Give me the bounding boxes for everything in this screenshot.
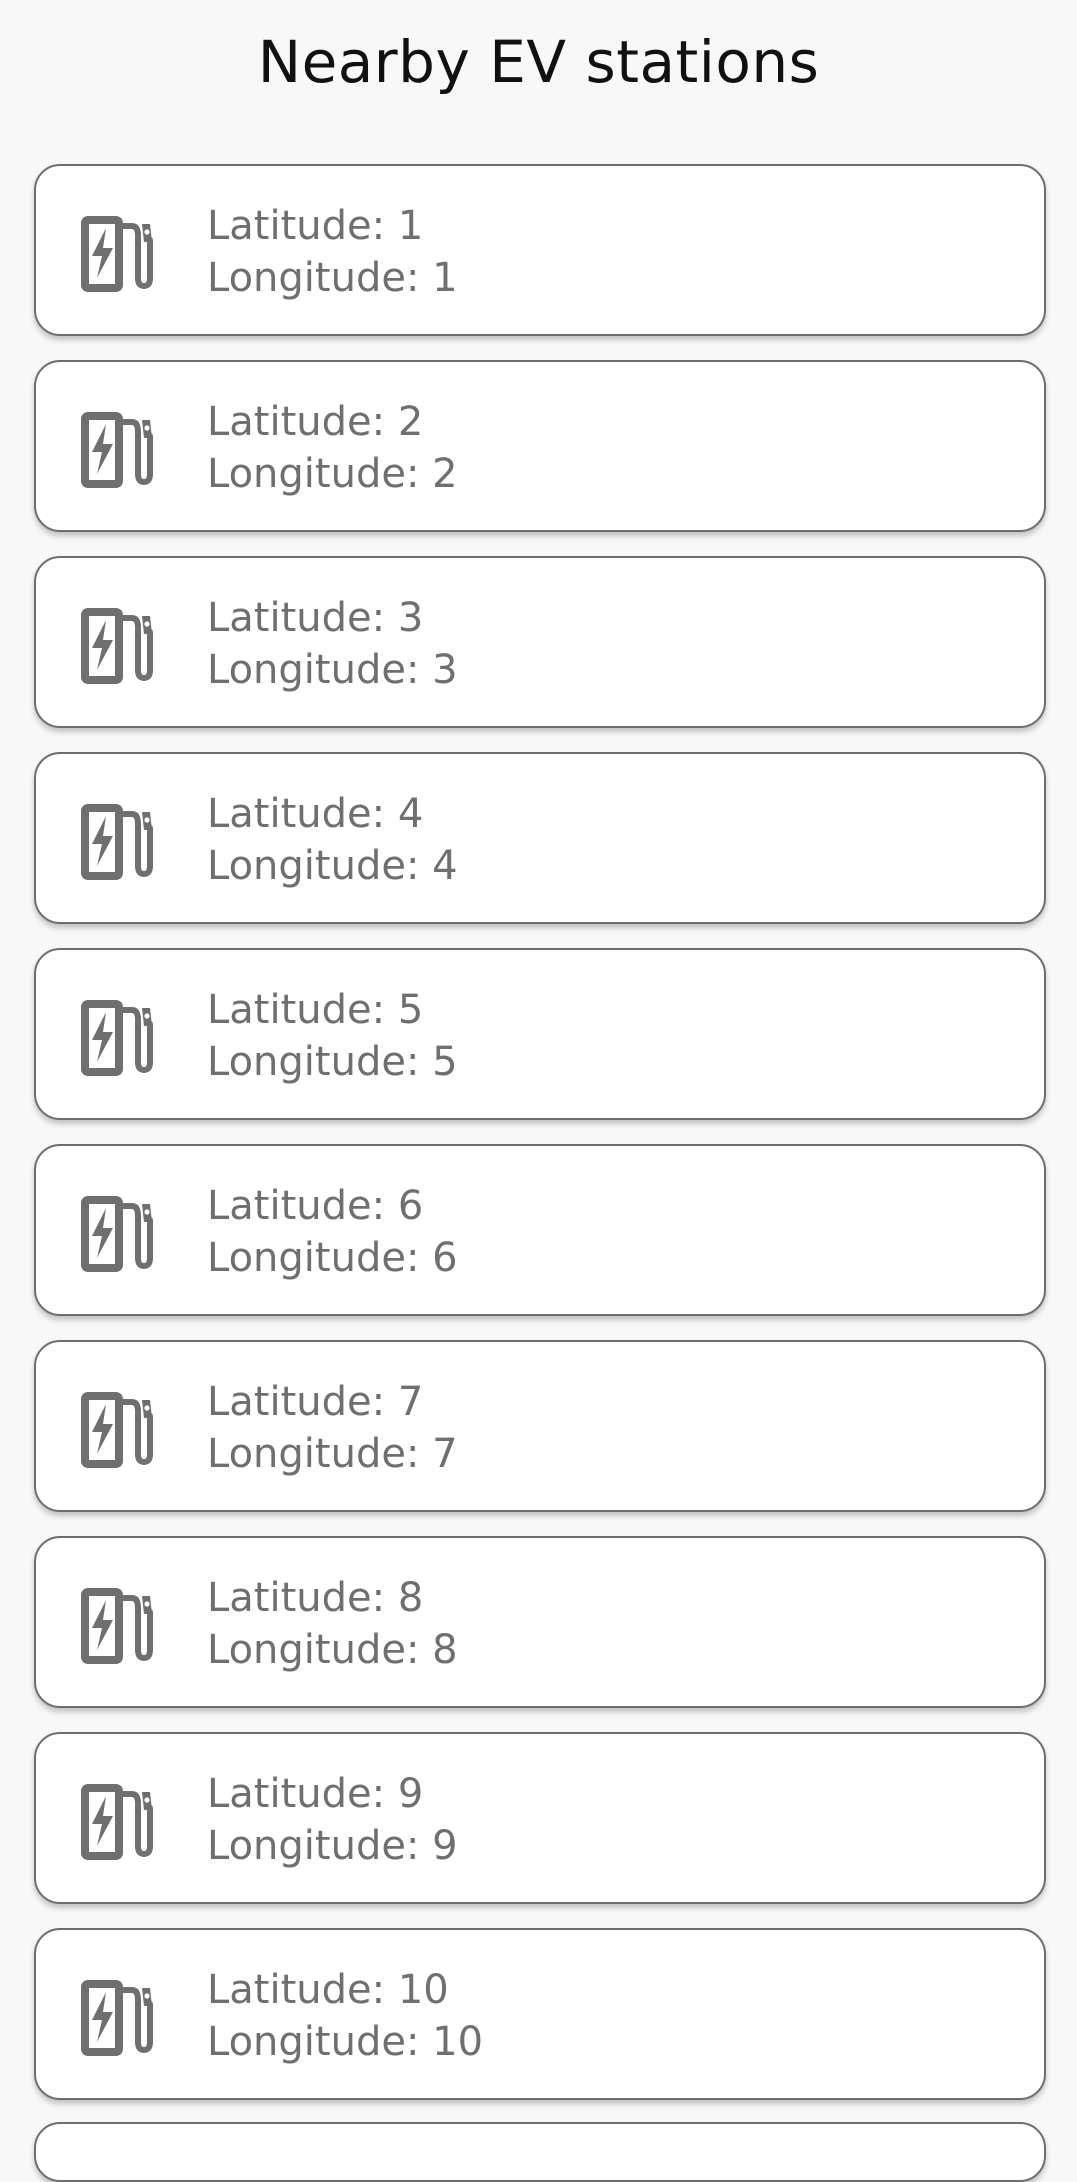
ev-station-icon <box>80 1976 154 2056</box>
station-latitude: Latitude: 10 <box>207 1967 449 2013</box>
station-longitude: Longitude: 2 <box>207 451 458 497</box>
ev-station-icon <box>80 1584 154 1664</box>
ev-station-icon <box>80 1780 154 1860</box>
station-coordinates: Latitude: 5 Longitude: 5 <box>207 984 458 1088</box>
station-coordinates: Latitude: 6 Longitude: 6 <box>207 1180 458 1284</box>
station-latitude: Latitude: 7 <box>207 1379 424 1425</box>
ev-station-icon <box>80 408 154 488</box>
station-coordinates: Latitude: 2 Longitude: 2 <box>207 396 458 500</box>
station-card-10[interactable]: Latitude: 10 Longitude: 10 <box>34 1928 1046 2100</box>
station-longitude: Longitude: 8 <box>207 1627 458 1673</box>
station-card-6[interactable]: Latitude: 6 Longitude: 6 <box>34 1144 1046 1316</box>
ev-station-icon <box>80 212 154 292</box>
station-card-5[interactable]: Latitude: 5 Longitude: 5 <box>34 948 1046 1120</box>
station-card-4[interactable]: Latitude: 4 Longitude: 4 <box>34 752 1046 924</box>
station-card-7[interactable]: Latitude: 7 Longitude: 7 <box>34 1340 1046 1512</box>
station-longitude: Longitude: 10 <box>207 2019 484 2065</box>
station-card-1[interactable]: Latitude: 1 Longitude: 1 <box>34 164 1046 336</box>
station-longitude: Longitude: 5 <box>207 1039 458 1085</box>
ev-station-icon <box>80 800 154 880</box>
station-latitude: Latitude: 9 <box>207 1771 424 1817</box>
station-latitude: Latitude: 3 <box>207 595 424 641</box>
station-longitude: Longitude: 3 <box>207 647 458 693</box>
station-latitude: Latitude: 8 <box>207 1575 424 1621</box>
station-longitude: Longitude: 6 <box>207 1235 458 1281</box>
station-longitude: Longitude: 9 <box>207 1823 458 1869</box>
station-card-8[interactable]: Latitude: 8 Longitude: 8 <box>34 1536 1046 1708</box>
station-card-2[interactable]: Latitude: 2 Longitude: 2 <box>34 360 1046 532</box>
station-coordinates: Latitude: 8 Longitude: 8 <box>207 1572 458 1676</box>
station-latitude: Latitude: 1 <box>207 203 424 249</box>
station-coordinates: Latitude: 9 Longitude: 9 <box>207 1768 458 1872</box>
list-item-partial[interactable] <box>34 2122 1046 2182</box>
station-list: Latitude: 1 Longitude: 1 Latitude: 2 Lon… <box>34 164 1046 2124</box>
station-coordinates: Latitude: 4 Longitude: 4 <box>207 788 458 892</box>
station-coordinates: Latitude: 10 Longitude: 10 <box>207 1964 483 2068</box>
station-coordinates: Latitude: 7 Longitude: 7 <box>207 1376 458 1480</box>
station-latitude: Latitude: 2 <box>207 399 424 445</box>
station-card-3[interactable]: Latitude: 3 Longitude: 3 <box>34 556 1046 728</box>
page-title: Nearby EV stations <box>257 28 820 96</box>
station-coordinates: Latitude: 3 Longitude: 3 <box>207 592 458 696</box>
station-longitude: Longitude: 1 <box>207 255 458 301</box>
station-longitude: Longitude: 4 <box>207 843 458 889</box>
station-longitude: Longitude: 7 <box>207 1431 458 1477</box>
ev-station-icon <box>80 996 154 1076</box>
ev-station-icon <box>80 1192 154 1272</box>
station-latitude: Latitude: 4 <box>207 791 424 837</box>
ev-station-icon <box>80 604 154 684</box>
station-latitude: Latitude: 5 <box>207 987 424 1033</box>
station-latitude: Latitude: 6 <box>207 1183 424 1229</box>
station-card-9[interactable]: Latitude: 9 Longitude: 9 <box>34 1732 1046 1904</box>
ev-station-icon <box>80 1388 154 1468</box>
station-coordinates: Latitude: 1 Longitude: 1 <box>207 200 458 304</box>
